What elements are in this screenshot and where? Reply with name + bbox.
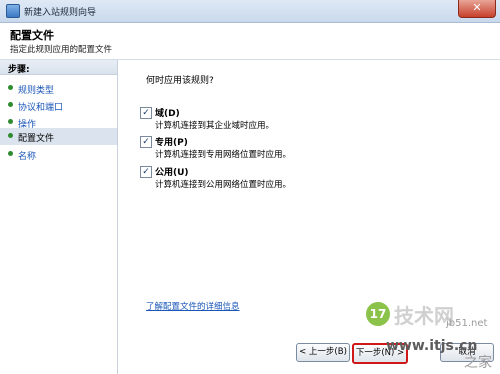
step-label: 规则类型 — [18, 86, 55, 96]
public-checkbox[interactable]: ✓ — [140, 166, 152, 178]
step-bullet-icon — [8, 151, 13, 156]
page-subtitle: 指定此规则应用的配置文件 — [10, 45, 113, 55]
question-text: 何时应用该规则? — [146, 76, 214, 86]
step-label: 名称 — [18, 152, 37, 162]
domain-label: 域(D) — [155, 109, 180, 119]
step-rule-type[interactable]: 规则类型 — [0, 80, 117, 97]
step-label: 配置文件 — [18, 134, 55, 144]
window-title: 新建入站规则向导 — [24, 8, 97, 18]
step-name[interactable]: 名称 — [0, 146, 117, 163]
firewall-app-icon — [6, 4, 20, 18]
step-bullet-icon — [8, 133, 13, 138]
step-protocol-ports[interactable]: 协议和端口 — [0, 97, 117, 114]
title-bar: 新建入站规则向导 ✕ — [0, 0, 500, 23]
main-panel: 何时应用该规则? ✓ 域(D) 计算机连接到其企业域时应用。 ✓ 专用(P) 计… — [118, 60, 500, 374]
page-title: 配置文件 — [10, 29, 54, 42]
wizard-header: 配置文件 指定此规则应用的配置文件 — [0, 23, 500, 60]
public-description: 计算机连接到公用网络位置时应用。 — [155, 180, 292, 190]
domain-checkbox[interactable]: ✓ — [140, 107, 152, 119]
private-description: 计算机连接到专用网络位置时应用。 — [155, 150, 292, 160]
steps-panel: 步骤: 规则类型 协议和端口 操作 配置文件 名称 — [0, 60, 118, 374]
step-label: 协议和端口 — [18, 103, 64, 113]
domain-description: 计算机连接到其企业域时应用。 — [155, 121, 275, 131]
back-button[interactable]: < 上一步(B) — [296, 343, 350, 362]
next-button[interactable]: 下一步(N) > — [352, 343, 408, 364]
steps-heading: 步骤: — [0, 60, 117, 75]
cancel-button[interactable]: 取消 — [440, 343, 494, 362]
step-profile[interactable]: 配置文件 — [0, 128, 117, 145]
private-label: 专用(P) — [155, 138, 188, 148]
private-checkbox[interactable]: ✓ — [140, 136, 152, 148]
step-bullet-icon — [8, 102, 13, 107]
public-label: 公用(U) — [155, 168, 189, 178]
learn-more-link[interactable]: 了解配置文件的详细信息 — [146, 300, 240, 312]
close-button[interactable]: ✕ — [458, 0, 496, 18]
step-bullet-icon — [8, 85, 13, 90]
step-bullet-icon — [8, 119, 13, 124]
wizard-body: 步骤: 规则类型 协议和端口 操作 配置文件 名称 何时应用该规则? ✓ 域(D… — [0, 60, 500, 374]
steps-heading-label: 步骤: — [8, 65, 30, 75]
